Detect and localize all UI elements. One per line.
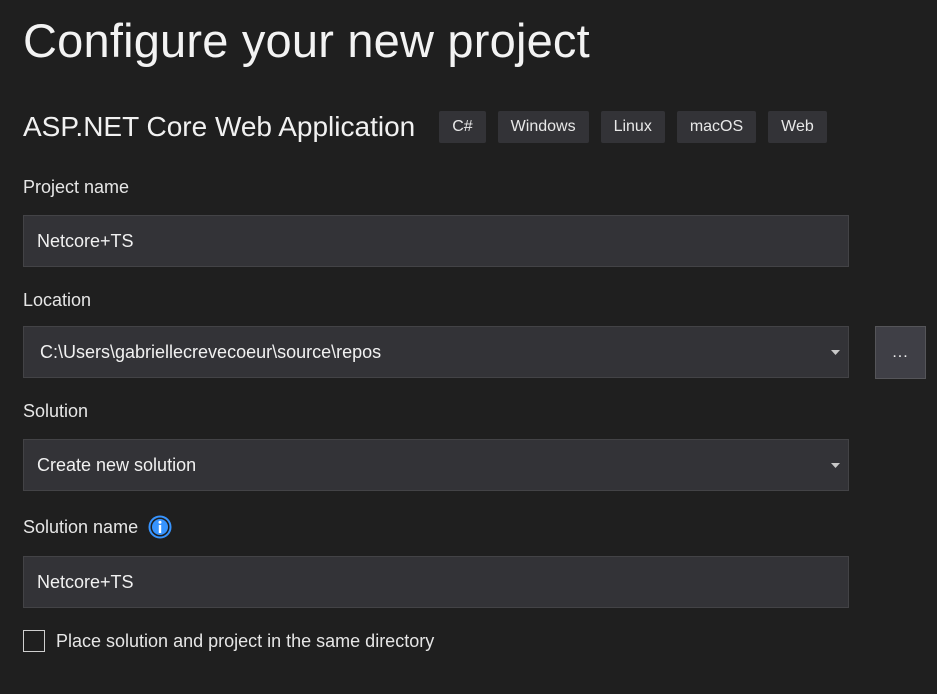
tag-platform-macos: macOS	[677, 111, 756, 143]
solution-name-input[interactable]	[23, 556, 849, 608]
location-value: C:\Users\gabriellecrevecoeur\source\repo…	[40, 342, 822, 363]
same-directory-label[interactable]: Place solution and project in the same d…	[56, 631, 434, 652]
location-label-text: Location	[23, 290, 91, 311]
template-name: ASP.NET Core Web Application	[23, 111, 415, 143]
tag-platform-linux: Linux	[601, 111, 665, 143]
page-title: Configure your new project	[23, 10, 590, 72]
info-icon[interactable]	[148, 515, 172, 539]
browse-button[interactable]: ...	[875, 326, 926, 379]
project-name-input[interactable]	[23, 215, 849, 267]
chevron-down-icon[interactable]	[822, 440, 848, 490]
same-directory-checkbox[interactable]	[23, 630, 45, 652]
template-header: ASP.NET Core Web Application C# Windows …	[23, 108, 827, 146]
tag-project-type-web: Web	[768, 111, 827, 143]
same-directory-option[interactable]: Place solution and project in the same d…	[23, 630, 434, 652]
solution-label-text: Solution	[23, 401, 88, 422]
location-combobox[interactable]: C:\Users\gabriellecrevecoeur\source\repo…	[23, 326, 849, 378]
tag-platform-windows: Windows	[498, 111, 589, 143]
project-name-label: Project name	[23, 177, 129, 198]
project-name-label-text: Project name	[23, 177, 129, 198]
solution-label: Solution	[23, 401, 88, 422]
solution-name-label: Solution name	[23, 515, 172, 539]
template-tags: C# Windows Linux macOS Web	[439, 111, 827, 143]
chevron-down-icon[interactable]	[822, 327, 848, 377]
solution-name-label-text: Solution name	[23, 517, 138, 538]
location-label: Location	[23, 290, 91, 311]
solution-value: Create new solution	[37, 455, 822, 476]
solution-combobox[interactable]: Create new solution	[23, 439, 849, 491]
tag-language: C#	[439, 111, 485, 143]
